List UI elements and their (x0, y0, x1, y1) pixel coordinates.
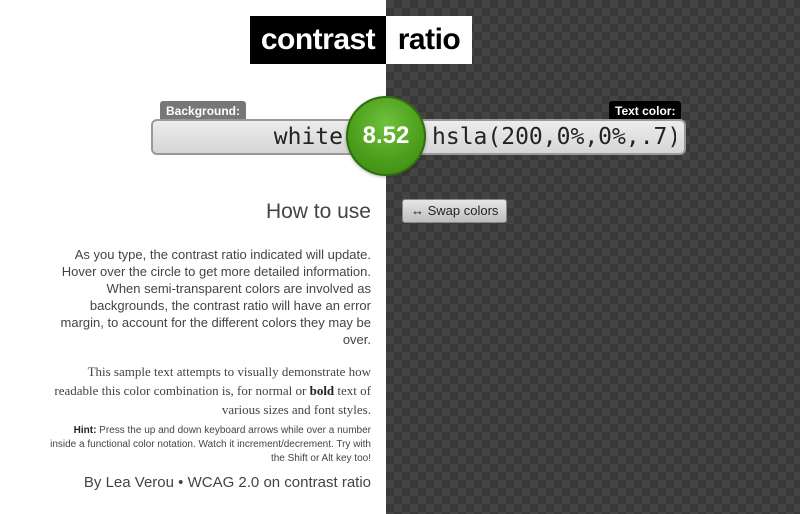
background-label: Background: (160, 101, 247, 121)
author-link[interactable]: By Lea Verou (84, 474, 174, 491)
footer: By Lea Verou • WCAG 2.0 on contrast rati… (40, 474, 371, 491)
instructions-paragraph: As you type, the contrast ratio indicate… (60, 247, 371, 347)
sample-text-paragraph: This sample text attempts to visually de… (50, 362, 371, 419)
text-color-label: Text color: (609, 101, 682, 121)
title-ratio: ratio (386, 16, 472, 64)
hint-text: Press the up and down keyboard arrows wh… (50, 425, 371, 464)
hint-label: Hint: (73, 425, 97, 436)
swap-colors-button[interactable]: ↔ Swap colors (402, 199, 508, 223)
title-contrast: contrast (250, 16, 386, 64)
footer-separator: • (174, 474, 188, 491)
sample-text-bold: bold (309, 383, 335, 398)
text-color-input[interactable] (386, 119, 686, 155)
contrast-ratio-circle[interactable]: 8.52 (346, 96, 426, 176)
wcag-link[interactable]: WCAG 2.0 on contrast ratio (188, 474, 371, 491)
hint-paragraph: Hint: Press the up and down keyboard arr… (50, 424, 371, 466)
text-color-preview-panel (386, 0, 800, 514)
how-to-use-heading: How to use (265, 200, 371, 223)
